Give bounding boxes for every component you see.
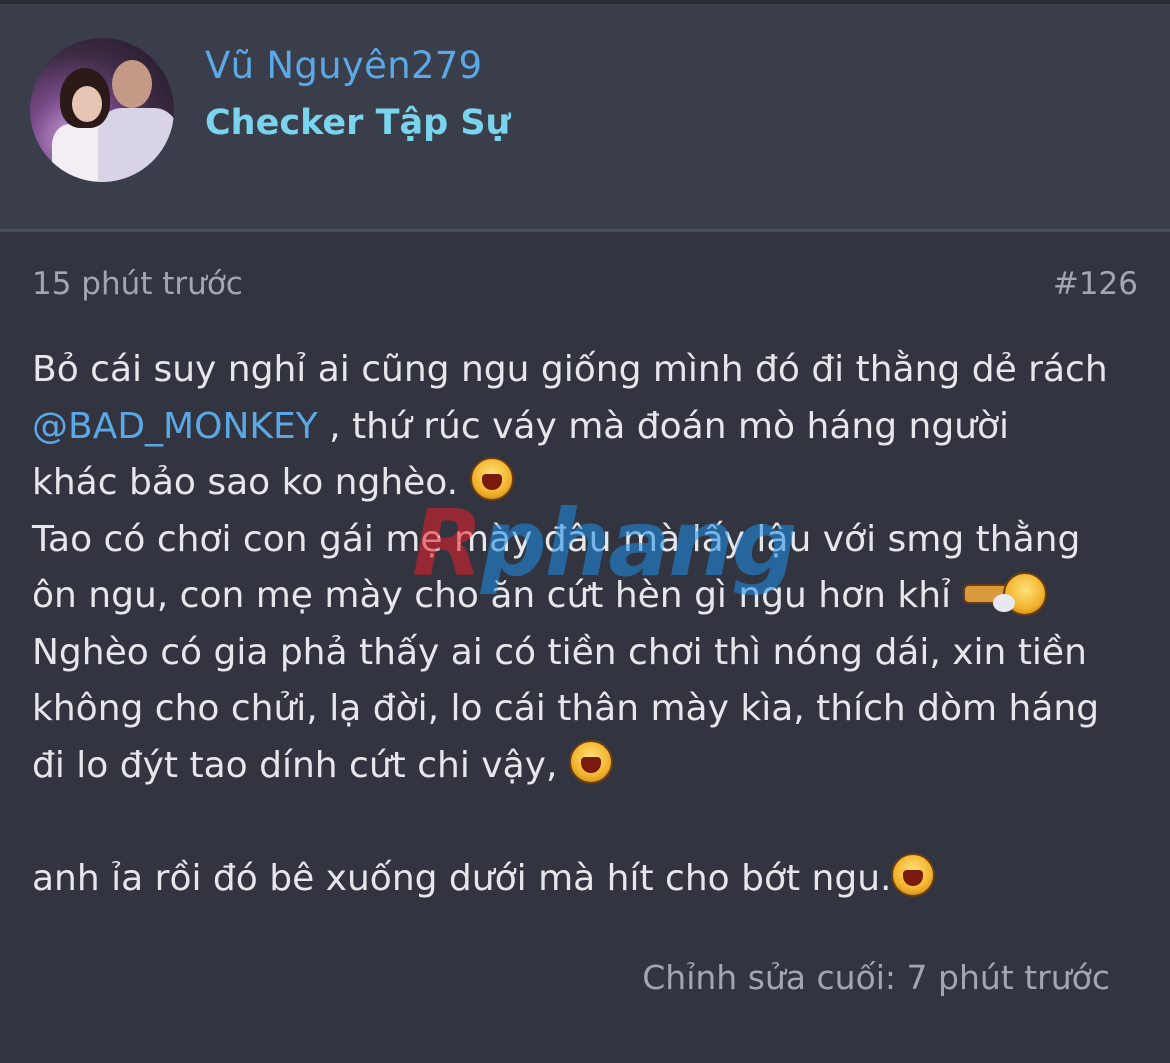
laughing-smiley-icon (568, 739, 613, 784)
post-line: ôn ngu, con mẹ mày cho ăn cứt hèn gì ngu… (32, 568, 1142, 625)
post-line: khác bảo sao ko nghèo. (32, 455, 1142, 512)
header-divider (0, 229, 1170, 232)
laughing-smiley-icon (469, 457, 514, 501)
post-line: đi lo đýt tao dính cứt chi vậy, (32, 738, 1142, 795)
post-line: @BAD_MONKEY , thứ rúc váy mà đoán mò hán… (32, 405, 1010, 447)
post-line: không cho chửi, lạ đời, lo cái thân mày … (32, 688, 1100, 729)
post-line-blank (32, 794, 1142, 851)
post-body: Bỏ cái suy nghỉ ai cũng ngu giống mình đ… (32, 342, 1142, 907)
laughing-smiley-icon (891, 852, 936, 897)
post-author-header: Vũ Nguyên279 Checker Tập Sự (0, 0, 1170, 230)
author-avatar[interactable] (30, 38, 174, 182)
post-container: Vũ Nguyên279 Checker Tập Sự 15 phút trướ… (0, 0, 1170, 1063)
author-rank-title: Checker Tập Sự (205, 103, 511, 143)
post-number-link[interactable]: #126 (1053, 266, 1138, 302)
last-edited-note: Chỉnh sửa cuối: 7 phút trước (642, 958, 1110, 997)
punch-smiley-icon (962, 570, 1047, 616)
post-line: Bỏ cái suy nghỉ ai cũng ngu giống mình đ… (32, 349, 1108, 390)
post-line: Tao có chơi con gái mẹ mày đâu mà lấy lậ… (32, 518, 1081, 560)
user-mention-link[interactable]: @BAD_MONKEY (32, 406, 318, 447)
post-line: anh ỉa rồi đó bê xuống dưới mà hít cho b… (32, 851, 1142, 908)
post-timestamp[interactable]: 15 phút trước (32, 266, 243, 302)
author-name-link[interactable]: Vũ Nguyên279 (205, 44, 482, 87)
post-line: Nghèo có gia phả thấy ai có tiền chơi th… (32, 631, 1087, 673)
